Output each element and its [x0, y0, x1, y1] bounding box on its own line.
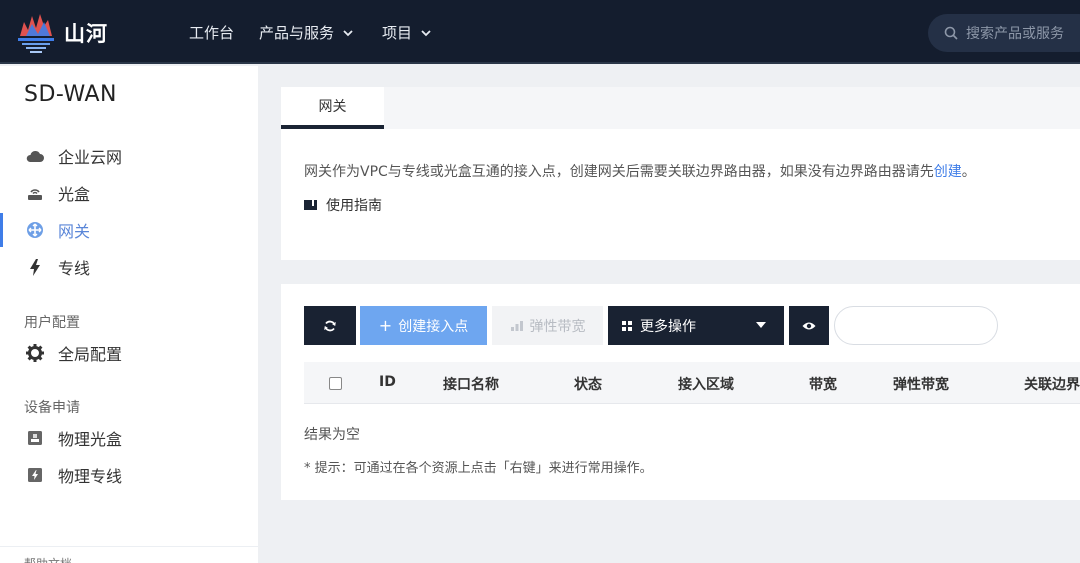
column-interface-name[interactable]: 接口名称 [443, 374, 499, 394]
device-line-icon [28, 468, 42, 482]
intro-card: 网关 网关作为VPC与专线或光盒互通的接入点，创建网关后需要关联边界路由器，如果… [281, 87, 1080, 260]
search-input[interactable]: 搜索产品或服务 [928, 14, 1080, 52]
nav-projects-label: 项目 [382, 24, 413, 42]
intro-text: 网关作为VPC与专线或光盒互通的接入点，创建网关后需要关联边界路由器，如果没有边… [304, 161, 976, 181]
empty-result-text: 结果为空 [304, 427, 360, 443]
column-id[interactable]: ID [379, 374, 396, 390]
tab-gateway[interactable]: 网关 [281, 87, 384, 129]
caret-down-icon [756, 322, 766, 328]
sidebar-item-dedicated-line[interactable]: 专线 [0, 250, 258, 284]
sidebar-item-label: 光盒 [58, 185, 91, 204]
sidebar-item-enterprise-cloud[interactable]: 企业云网 [0, 139, 258, 173]
user-guide-label: 使用指南 [326, 198, 382, 214]
product-title: SD-WAN [24, 82, 118, 107]
create-access-point-button[interactable]: + 创建接入点 [360, 306, 487, 345]
more-actions-dropdown[interactable]: 更多操作 [608, 306, 784, 345]
grid-icon [622, 320, 632, 331]
nav-projects[interactable]: 项目 [382, 22, 432, 43]
column-border-router[interactable]: 关联边界路由器 [1024, 374, 1080, 394]
nav-products[interactable]: 产品与服务 [259, 22, 354, 43]
create-router-link[interactable]: 创建 [934, 164, 962, 180]
chevron-down-icon [421, 29, 431, 36]
gateway-icon [27, 222, 43, 238]
refresh-icon [324, 320, 336, 331]
help-docs-link[interactable]: 帮助文档 [24, 555, 72, 563]
plus-icon: + [378, 316, 393, 335]
sidebar-item-label: 物理光盒 [58, 430, 123, 449]
sidebar-item-label: 企业云网 [58, 148, 123, 167]
sidebar-item-gateway[interactable]: 网关 [0, 213, 258, 247]
sidebar-item-physical-line[interactable]: 物理专线 [0, 458, 258, 492]
device-box-icon [28, 431, 42, 445]
router-icon [28, 189, 42, 200]
refresh-button[interactable] [304, 306, 356, 345]
column-access-region[interactable]: 接入区域 [678, 374, 734, 394]
group-label-user-config: 用户配置 [24, 315, 80, 331]
more-actions-label: 更多操作 [640, 318, 696, 335]
chevron-down-icon [343, 29, 353, 36]
sidebar-footer: 帮助文档 [0, 546, 258, 563]
gear-icon [26, 344, 44, 362]
group-label-device-request: 设备申请 [24, 400, 80, 416]
column-elastic-bandwidth[interactable]: 弹性带宽 [893, 374, 949, 394]
create-access-point-label: 创建接入点 [398, 318, 469, 335]
elastic-bandwidth-button[interactable]: 弹性带宽 [492, 306, 603, 345]
column-status[interactable]: 状态 [574, 374, 602, 394]
tab-strip: 网关 [281, 87, 1080, 129]
sidebar-item-global-config[interactable]: 全局配置 [0, 336, 258, 370]
logo-icon[interactable] [16, 12, 56, 54]
table-header: ID 接口名称 状态 接入区域 带宽 弹性带宽 关联边界路由器 [304, 362, 1080, 404]
nav-workbench[interactable]: 工作台 [189, 22, 234, 43]
elastic-bandwidth-label: 弹性带宽 [529, 318, 586, 335]
lightning-icon [30, 259, 40, 276]
list-card: + 创建接入点 弹性带宽 更多操作 ID 接口名称 状态 接入区域 带宽 弹性带… [281, 284, 1080, 500]
nav-workbench-label: 工作台 [189, 24, 235, 42]
sidebar-item-label: 物理专线 [58, 467, 123, 486]
search-placeholder: 搜索产品或服务 [966, 26, 1064, 42]
sidebar-item-label: 全局配置 [58, 345, 123, 364]
sidebar-item-light-box[interactable]: 光盒 [0, 176, 258, 210]
bar-chart-icon [510, 320, 523, 331]
sidebar-item-label: 网关 [58, 222, 91, 241]
eye-icon [802, 322, 816, 329]
book-icon [304, 200, 317, 210]
intro-text-body: 网关作为VPC与专线或光盒互通的接入点，创建网关后需要关联边界路由器，如果没有边… [304, 164, 934, 180]
cloud-icon [26, 150, 44, 162]
sidebar-item-label: 专线 [58, 259, 91, 278]
column-bandwidth[interactable]: 带宽 [809, 374, 837, 394]
column-visibility-button[interactable] [789, 306, 829, 345]
top-navbar: 山河 工作台 产品与服务 项目 搜索产品或服务 [0, 0, 1080, 64]
nav-products-label: 产品与服务 [259, 24, 335, 42]
sidebar-item-physical-box[interactable]: 物理光盒 [0, 421, 258, 455]
select-all-checkbox[interactable] [329, 377, 342, 390]
user-guide-link[interactable]: 使用指南 [304, 195, 382, 215]
search-icon [944, 26, 958, 40]
sidebar: SD-WAN 企业云网 光盒 网关 专线 用户配置 全局配置 设备申请 物理光盒… [0, 66, 258, 563]
hint-text: * 提示：可通过在各个资源上点击「右键」来进行常用操作。 [304, 461, 653, 476]
brand-name: 山河 [64, 22, 108, 46]
intro-text-end: 。 [961, 164, 976, 180]
filter-input[interactable] [834, 306, 998, 345]
